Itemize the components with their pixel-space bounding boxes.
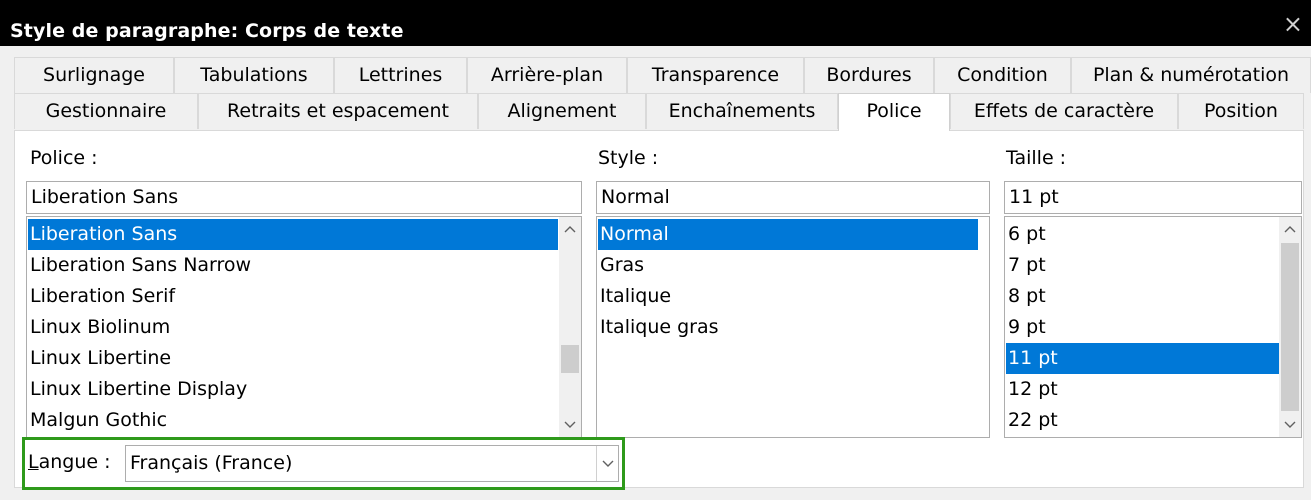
- language-label-mnemonic: L: [28, 451, 39, 473]
- title-bar: Style de paragraphe: Corps de texte ×: [0, 0, 1311, 46]
- language-label: Langue :: [28, 451, 111, 473]
- tab-lettrines[interactable]: Lettrines: [334, 57, 467, 93]
- tab-enchainements[interactable]: Enchaînements: [646, 93, 838, 129]
- tab-transparence[interactable]: Transparence: [627, 57, 804, 93]
- chevron-down-icon[interactable]: [559, 415, 581, 437]
- language-highlight: Langue : Français (France): [22, 437, 625, 490]
- font-label: Police :: [30, 147, 98, 169]
- chevron-up-icon[interactable]: [559, 219, 581, 241]
- style-list[interactable]: Normal Gras Italique Italique gras: [596, 216, 990, 438]
- chevron-up-icon[interactable]: [1279, 219, 1301, 241]
- tab-effets-caractere[interactable]: Effets de caractère: [950, 93, 1178, 129]
- font-list-scrollbar[interactable]: [559, 217, 581, 437]
- style-label: Style :: [598, 147, 659, 169]
- list-item[interactable]: Liberation Sans: [28, 219, 558, 250]
- list-item[interactable]: Linux Libertine Display: [28, 374, 558, 405]
- size-list-scrollbar[interactable]: [1279, 217, 1301, 437]
- list-item[interactable]: 6 pt: [1006, 219, 1280, 250]
- style-input[interactable]: Normal: [596, 181, 990, 214]
- font-list[interactable]: Liberation Sans Liberation Sans Narrow L…: [26, 216, 582, 438]
- language-combobox[interactable]: Français (France): [125, 445, 619, 482]
- list-item[interactable]: Liberation Serif: [28, 281, 558, 312]
- list-item[interactable]: Malgun Gothic: [28, 405, 558, 436]
- chevron-down-icon[interactable]: [596, 446, 618, 481]
- list-item[interactable]: Linux Libertine: [28, 343, 558, 374]
- list-item[interactable]: Gras: [598, 250, 978, 281]
- chevron-down-icon[interactable]: [1279, 415, 1301, 437]
- list-item[interactable]: 7 pt: [1006, 250, 1280, 281]
- tab-retraits-espacement[interactable]: Retraits et espacement: [198, 93, 478, 129]
- tab-gestionnaire[interactable]: Gestionnaire: [14, 93, 198, 129]
- tab-alignement[interactable]: Alignement: [478, 93, 646, 129]
- tab-tabulations[interactable]: Tabulations: [174, 57, 334, 93]
- tab-bordures[interactable]: Bordures: [804, 57, 934, 93]
- list-item[interactable]: Italique gras: [598, 312, 978, 343]
- list-item[interactable]: 22 pt: [1006, 405, 1280, 436]
- list-item[interactable]: 8 pt: [1006, 281, 1280, 312]
- tab-condition[interactable]: Condition: [934, 57, 1071, 93]
- list-item[interactable]: Liberation Sans Narrow: [28, 250, 558, 281]
- close-icon[interactable]: ×: [1283, 12, 1303, 36]
- size-list[interactable]: 6 pt 7 pt 8 pt 9 pt 11 pt 12 pt 22 pt: [1004, 216, 1302, 438]
- list-item[interactable]: Linux Biolinum: [28, 312, 558, 343]
- window-title: Style de paragraphe: Corps de texte: [10, 20, 404, 42]
- size-input[interactable]: 11 pt: [1004, 181, 1302, 214]
- language-label-rest: angue :: [38, 451, 111, 473]
- list-item[interactable]: Normal: [598, 219, 978, 250]
- tab-surlignage[interactable]: Surlignage: [14, 57, 174, 93]
- language-value: Français (France): [130, 452, 293, 474]
- list-item[interactable]: 11 pt: [1006, 343, 1280, 374]
- scrollbar-thumb[interactable]: [1281, 243, 1299, 411]
- tab-police[interactable]: Police: [838, 93, 950, 131]
- size-label: Taille :: [1006, 147, 1067, 169]
- font-name-input[interactable]: Liberation Sans: [26, 181, 582, 214]
- tab-plan-numerotation[interactable]: Plan & numérotation: [1071, 57, 1311, 93]
- list-item[interactable]: 9 pt: [1006, 312, 1280, 343]
- tab-arriere-plan[interactable]: Arrière-plan: [467, 57, 627, 93]
- tab-position[interactable]: Position: [1178, 93, 1304, 129]
- scrollbar-thumb[interactable]: [561, 345, 579, 373]
- list-item[interactable]: 12 pt: [1006, 374, 1280, 405]
- list-item[interactable]: Italique: [598, 281, 978, 312]
